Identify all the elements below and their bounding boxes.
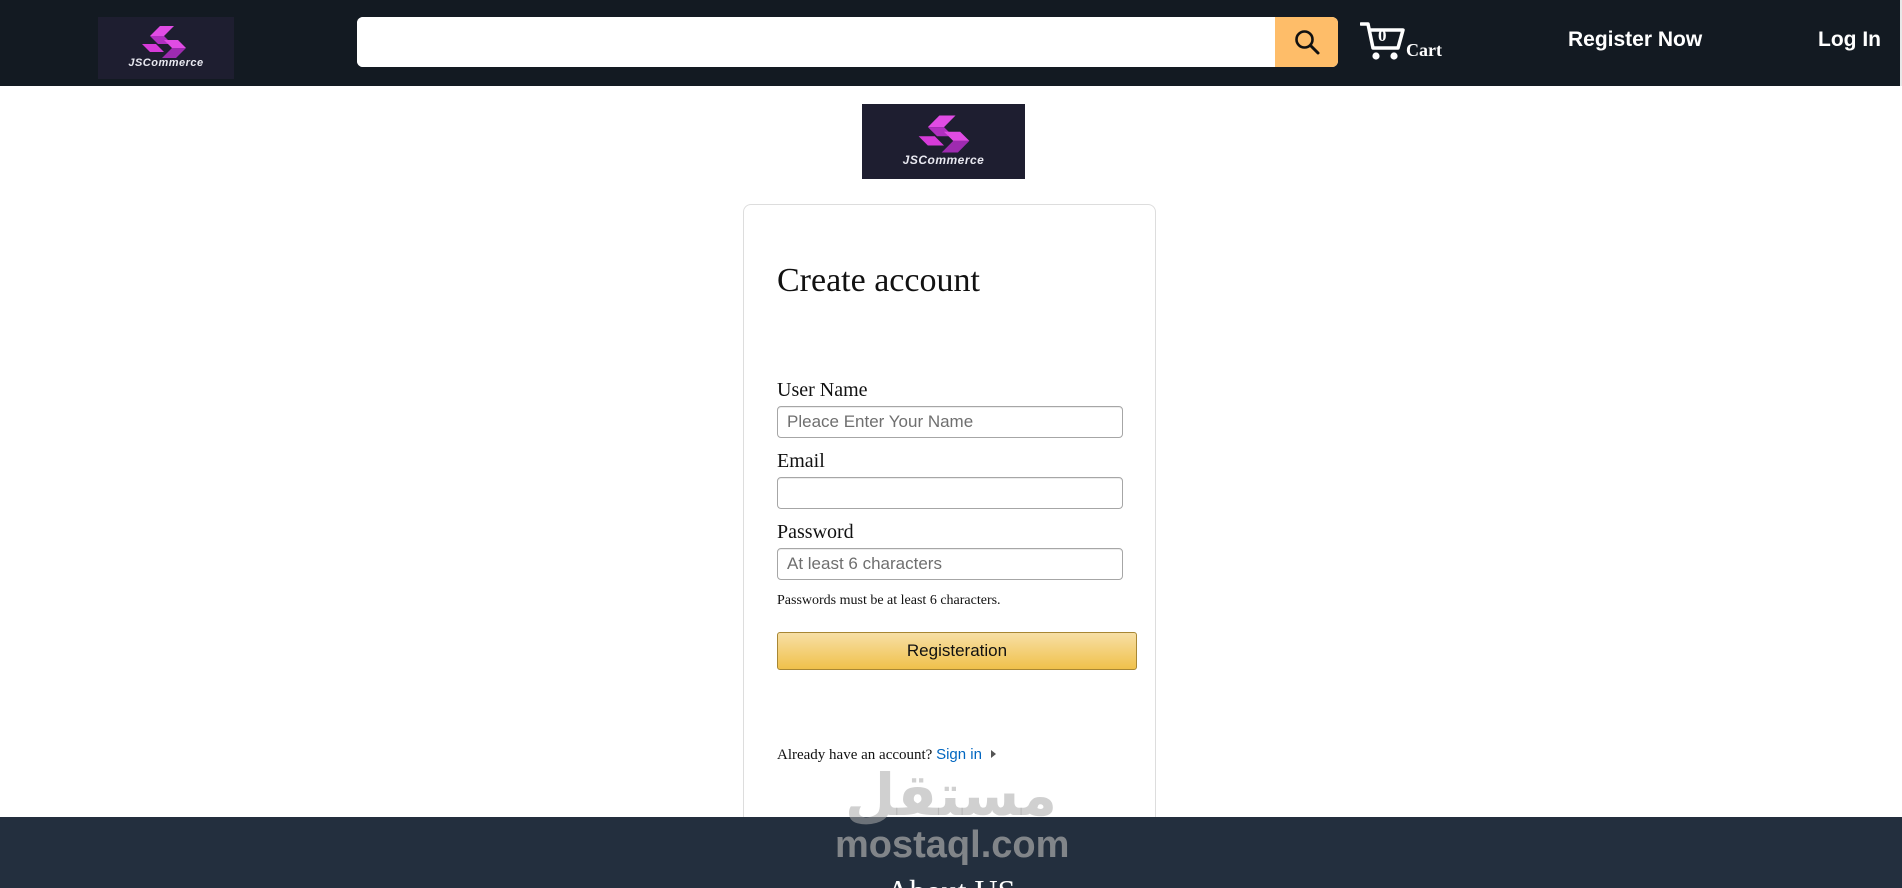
top-navbar: JSCommerce 0 Cart Register Now Log In [0, 0, 1902, 86]
signin-prompt: Already have an account? [777, 747, 933, 763]
cart-label: Cart [1406, 40, 1442, 60]
header-logo[interactable]: JSCommerce [98, 17, 234, 79]
header-logo-text: JSCommerce [128, 57, 204, 69]
username-label: User Name [777, 379, 868, 401]
login-link[interactable]: Log In [1818, 28, 1881, 52]
jscommerce-logo-icon [918, 115, 970, 153]
register-now-link[interactable]: Register Now [1568, 28, 1702, 52]
signin-link-label: Sign in [936, 746, 982, 763]
email-input[interactable] [777, 477, 1123, 509]
email-label: Email [777, 450, 825, 472]
password-label: Password [777, 521, 854, 543]
signin-link[interactable]: Sign in [936, 746, 996, 763]
search-icon [1294, 30, 1319, 55]
page-logo[interactable]: JSCommerce [862, 104, 1025, 179]
search-input[interactable] [357, 17, 1275, 67]
registration-button[interactable]: Registeration [777, 632, 1137, 670]
search-button[interactable] [1275, 17, 1338, 67]
username-input[interactable] [777, 406, 1123, 438]
cart-count: 0 [1378, 26, 1387, 45]
footer: About US [0, 817, 1902, 888]
password-input[interactable] [777, 548, 1123, 580]
search-bar [357, 17, 1338, 67]
jscommerce-logo-icon [142, 26, 186, 58]
page-title: Create account [777, 262, 980, 299]
footer-title: About US [0, 873, 1902, 888]
page-logo-text: JSCommerce [902, 153, 985, 167]
cart-button[interactable]: 0 Cart [1360, 18, 1470, 64]
password-hint: Passwords must be at least 6 characters. [777, 593, 1001, 608]
signin-row: Already have an account? Sign in [777, 746, 996, 764]
caret-right-icon [990, 750, 996, 758]
